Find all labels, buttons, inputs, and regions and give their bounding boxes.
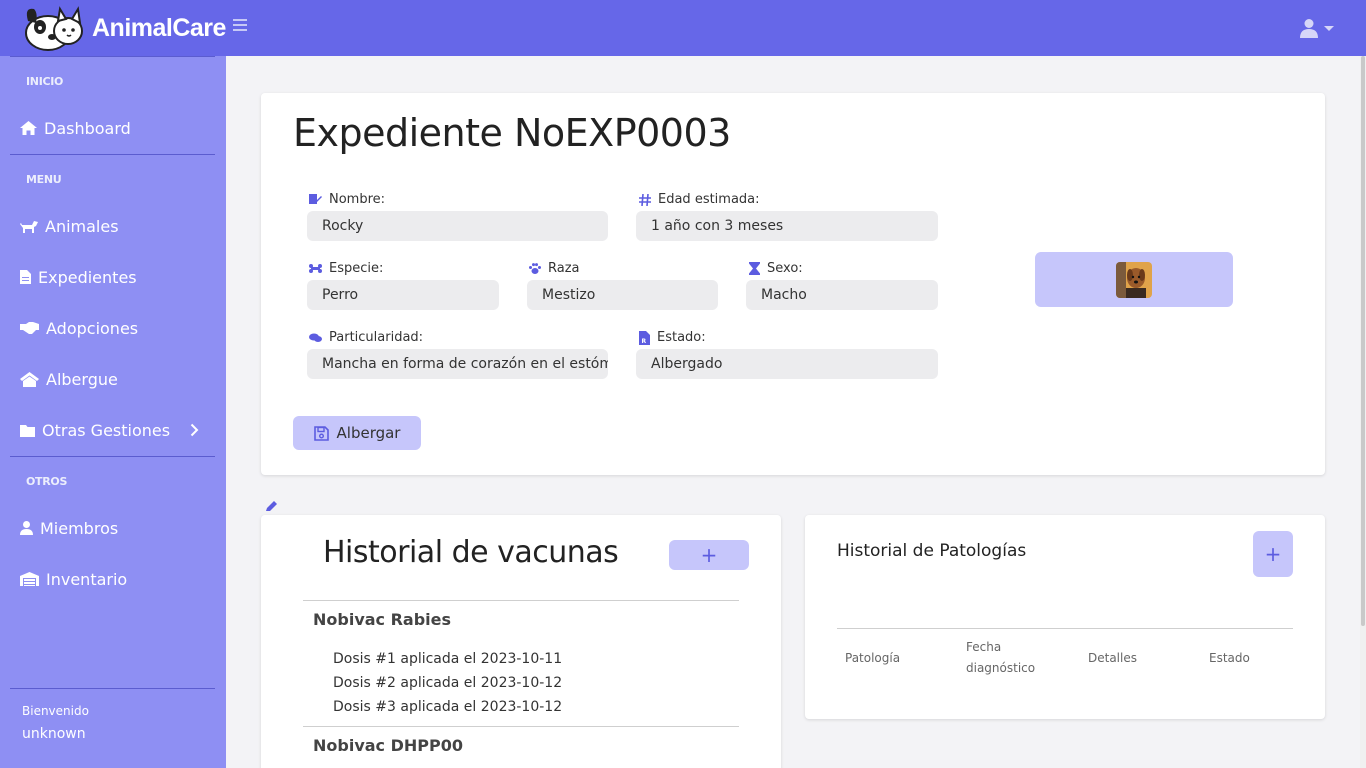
raza-field[interactable]: Mestizo (527, 280, 718, 310)
expediente-card: Expediente NoEXP0003 Nombre: Rocky Edad … (261, 93, 1325, 475)
column-header-estado: Estado (1209, 651, 1250, 665)
top-navbar: AnimalCare (0, 0, 1366, 56)
welcome-text: Bienvenido (22, 704, 89, 718)
sidebar-item-adopciones[interactable]: Adopciones (20, 313, 216, 343)
sidebar-item-label: Otras Gestiones (42, 420, 171, 440)
page-title: Expediente NoEXP0003 (293, 111, 731, 155)
add-vaccine-button[interactable]: + (669, 540, 749, 570)
animal-photo (1116, 261, 1152, 298)
bone-icon (309, 264, 322, 273)
especie-label: Especie: (309, 261, 383, 276)
dose-item: Dosis #1 aplicada el 2023-10-11 (333, 651, 563, 667)
plus-icon: + (1264, 542, 1282, 566)
column-header-diagnostico: diagnóstico (966, 661, 1036, 675)
edit-pencil-icon[interactable] (265, 500, 279, 512)
section-otros: OTROS (26, 475, 68, 488)
estado-field[interactable]: Albergado (636, 349, 938, 379)
particularidad-field[interactable]: Mancha en forma de corazón en el estómag… (307, 349, 608, 379)
warehouse-icon (20, 572, 39, 586)
sidebar-item-animales[interactable]: Animales (20, 211, 216, 241)
menu-toggle-icon[interactable] (233, 19, 247, 37)
divider (10, 688, 215, 689)
sexo-label: Sexo: (749, 261, 803, 276)
albergar-button[interactable]: Albergar (293, 416, 421, 450)
animalcare-logo-icon (25, 6, 83, 51)
hashtag-icon (639, 193, 651, 206)
sexo-field[interactable]: Macho (746, 280, 938, 310)
divider (303, 600, 739, 601)
chevron-right-icon (190, 423, 199, 437)
chevron-down-icon (1324, 25, 1334, 31)
dose-item: Dosis #2 aplicada el 2023-10-12 (333, 675, 563, 691)
pathology-history-card: Historial de Patologías + Patología Fech… (805, 515, 1325, 719)
divider (10, 56, 215, 57)
plus-icon: + (700, 543, 718, 567)
vaccine-name: Nobivac Rabies (313, 610, 452, 629)
especie-field[interactable]: Perro (307, 280, 499, 310)
signature-icon (309, 194, 322, 204)
edad-label: Edad estimada: (639, 192, 760, 207)
user-menu-dropdown[interactable] (1300, 16, 1340, 40)
sidebar-item-miembros[interactable]: Miembros (20, 513, 216, 543)
brand[interactable]: AnimalCare (22, 3, 226, 53)
svg-text:R: R (642, 338, 647, 345)
sidebar: INICIO Dashboard MENU Animales Expedient… (0, 56, 226, 768)
sidebar-item-expedientes[interactable]: Expedientes (20, 262, 216, 292)
animal-photo-container[interactable] (1035, 252, 1233, 307)
pathology-history-title: Historial de Patologías (837, 541, 1027, 561)
edad-field[interactable]: 1 año con 3 meses (636, 211, 938, 241)
hourglass-icon (749, 262, 760, 275)
divider (303, 726, 739, 727)
home-icon (20, 121, 37, 135)
file-icon (20, 270, 31, 284)
particularidad-label: Particularidad: (309, 330, 423, 345)
raza-label: Raza (529, 261, 580, 276)
column-header-fecha: Fecha (966, 640, 1002, 654)
page-scrollbar[interactable] (1360, 56, 1366, 768)
comments-icon (309, 333, 322, 342)
add-pathology-button[interactable]: + (1253, 531, 1293, 577)
save-icon (313, 425, 329, 441)
app-name: AnimalCare (92, 13, 226, 42)
table-header-divider (837, 628, 1293, 629)
divider (10, 154, 215, 155)
vaccine-history-card: Historial de vacunas + Nobivac Rabies Do… (261, 515, 781, 768)
sidebar-item-label: Dashboard (44, 118, 131, 138)
username: unknown (22, 726, 86, 742)
scrollbar-thumb[interactable] (1361, 56, 1365, 626)
section-inicio: INICIO (26, 75, 64, 88)
nombre-field[interactable]: Rocky (307, 211, 608, 241)
vaccine-history-title: Historial de vacunas (323, 535, 619, 570)
prescription-file-icon: R (639, 330, 650, 345)
sidebar-item-inventario[interactable]: Inventario (20, 564, 216, 594)
handshake-icon (20, 322, 39, 334)
albergar-label: Albergar (336, 424, 401, 442)
nombre-label: Nombre: (309, 192, 385, 207)
folder-icon (20, 424, 35, 437)
estado-label: R Estado: (639, 330, 706, 345)
column-header-patologia: Patología (845, 651, 901, 665)
sidebar-item-otras-gestiones[interactable]: Otras Gestiones (20, 415, 216, 445)
dog-icon (20, 221, 38, 233)
sidebar-item-label: Miembros (40, 518, 119, 538)
user-icon (20, 521, 33, 535)
sidebar-item-label: Expedientes (38, 267, 137, 287)
vaccine-name: Nobivac DHPP00 (313, 736, 463, 755)
divider (10, 456, 215, 457)
sidebar-item-albergue[interactable]: Albergue (20, 364, 216, 394)
paw-icon (529, 263, 541, 274)
section-menu: MENU (26, 173, 62, 186)
sidebar-item-label: Inventario (46, 569, 128, 589)
sidebar-item-dashboard[interactable]: Dashboard (20, 113, 216, 143)
sidebar-item-label: Adopciones (46, 318, 139, 338)
user-icon (1300, 19, 1318, 38)
sidebar-item-label: Albergue (46, 369, 118, 389)
shelter-icon (20, 371, 39, 387)
sidebar-item-label: Animales (45, 216, 119, 236)
dose-item: Dosis #3 aplicada el 2023-10-12 (333, 699, 563, 715)
column-header-detalles: Detalles (1088, 651, 1137, 665)
